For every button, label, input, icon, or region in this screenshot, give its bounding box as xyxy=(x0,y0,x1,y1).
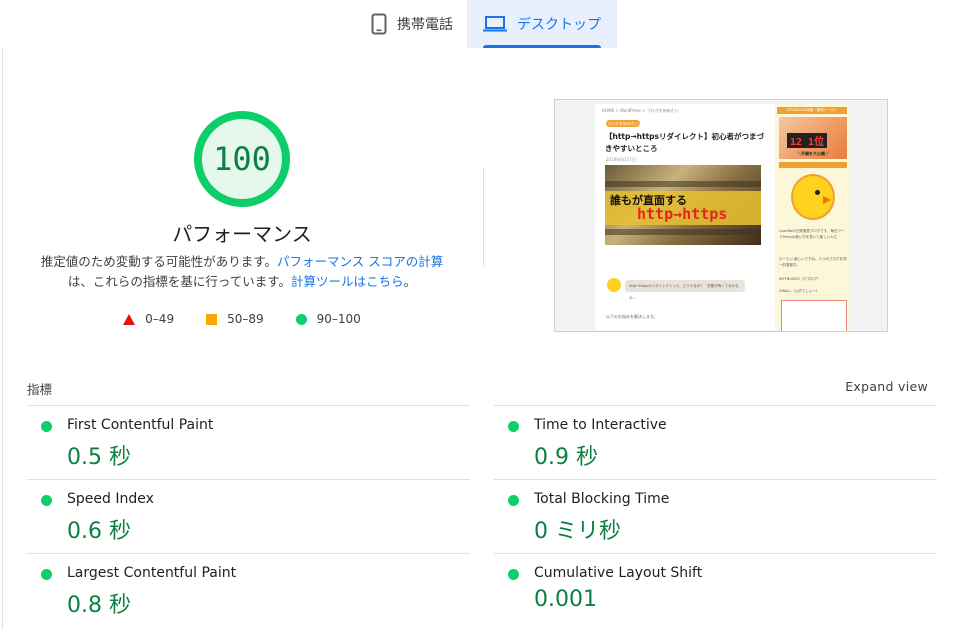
metric-label: First Contentful Paint xyxy=(67,417,214,433)
pass-circle-icon xyxy=(41,421,52,432)
desc-prefix: 推定値のため変動する可能性があります。 xyxy=(40,254,278,269)
metric-divider xyxy=(494,479,937,480)
page-screenshot: HOME > WordPress > ブログを始めたい ブログを始めたい 【ht… xyxy=(554,99,888,332)
pass-circle-icon xyxy=(41,569,52,580)
sidebar-profile-header xyxy=(779,162,847,168)
metric-label: Total Blocking Time xyxy=(534,491,670,507)
performance-title: パフォーマンス xyxy=(172,222,312,246)
score-legend: 0–49 50–89 90–100 xyxy=(0,312,484,326)
sidebar-rank: 12 1位 xyxy=(787,133,828,148)
active-tab-indicator xyxy=(483,45,601,48)
metric-value: 0.5 秒 xyxy=(67,445,131,470)
metric-label: Speed Index xyxy=(67,491,154,507)
square-icon xyxy=(206,313,218,325)
calculator-link[interactable]: 計算ツールはこちら xyxy=(291,274,404,289)
hero-strip xyxy=(605,229,761,235)
chick-beak xyxy=(823,196,831,204)
metric-value: 0.001 xyxy=(534,587,597,612)
screenshot-hero-image: 誰もが直面する http→https xyxy=(605,165,761,245)
metric-divider xyxy=(494,553,937,554)
metric-value: 0.6 秒 xyxy=(67,519,131,544)
legend-average: 50–89 xyxy=(206,312,264,326)
desc-suffix: 。 xyxy=(403,274,417,289)
metric-value: 0.9 秒 xyxy=(534,445,598,470)
metric-label: Time to Interactive xyxy=(534,417,667,433)
sidebar-item: ひーたい 楽しいですね。２つのブログを同一的運営中。 xyxy=(779,257,847,267)
tab-mobile-label: 携帯電話 xyxy=(397,17,453,33)
hero-strip xyxy=(605,181,761,187)
sidebar-profile-text: LuanNoの日常運営ブログです。毎日ワードPressの使い方を書いて楽しい人だ xyxy=(779,229,845,239)
performance-description: 推定値のため変動する可能性があります。パフォーマンス スコアの計算は、これらの指… xyxy=(40,252,444,292)
screenshot-article-title: 【http→httpsリダイレクト】初心者がつまづきやすいところ xyxy=(605,132,765,153)
screenshot-speech-bubble: http→httpsのリダイレクトって、どうやるの？ 失敗が怖くてなかなか… xyxy=(625,280,745,300)
legend-pass-label: 90–100 xyxy=(316,312,361,326)
tab-mobile[interactable]: 携帯電話 xyxy=(356,0,468,48)
metric-value: 0.8 秒 xyxy=(67,593,131,618)
sidebar-header: ATFIDAODA特典（無料ツール） xyxy=(777,107,847,114)
metric-divider xyxy=(27,405,470,406)
metric-divider xyxy=(494,405,937,406)
screenshot-intro: 以下のお悩みを解決します。 xyxy=(606,314,658,319)
metric-label: Cumulative Layout Shift xyxy=(534,565,703,581)
metric-divider xyxy=(27,553,470,554)
sidebar-notice-box xyxy=(781,300,847,331)
metric-label: Largest Contentful Paint xyxy=(67,565,237,581)
panel-border xyxy=(2,48,3,630)
laptop-icon xyxy=(483,15,507,33)
circle-icon xyxy=(295,313,307,325)
legend-average-label: 50–89 xyxy=(227,312,264,326)
metric-value: 0 ミリ秒 xyxy=(534,519,621,544)
phone-icon xyxy=(371,13,387,35)
chick-avatar-icon xyxy=(607,278,621,292)
metric-divider xyxy=(27,479,470,480)
chick-mascot-icon xyxy=(791,174,835,220)
triangle-icon xyxy=(123,313,136,325)
screenshot-date: 2019年6月17日 xyxy=(606,157,636,162)
legend-fail-label: 0–49 xyxy=(145,312,175,326)
expand-view-button[interactable]: Expand view xyxy=(845,379,928,394)
pass-circle-icon xyxy=(508,421,519,432)
pass-circle-icon xyxy=(508,569,519,580)
sidebar-caption: ＼手順を大公開／ xyxy=(797,151,829,156)
sidebar-item: WTFNODOS（ホブログ） xyxy=(779,277,821,281)
screenshot-category-tag: ブログを始めたい xyxy=(606,120,640,127)
chick-eye xyxy=(815,190,820,195)
tab-desktop-label: デスクトップ xyxy=(517,17,601,33)
sidebar-item: GWALL（公式でしょ～） xyxy=(779,289,820,293)
desc-middle: は、これらの指標を基に行っています。 xyxy=(67,274,292,289)
pass-circle-icon xyxy=(508,495,519,506)
legend-pass: 90–100 xyxy=(295,312,361,326)
screenshot-breadcrumbs: HOME > WordPress > ブログを始めたい xyxy=(602,108,679,113)
performance-score: 100 xyxy=(213,140,271,178)
device-tabs: 携帯電話 デスクトップ xyxy=(0,0,960,48)
score-calculation-link[interactable]: パフォーマンス スコアの計算 xyxy=(277,254,443,269)
pass-circle-icon xyxy=(41,495,52,506)
section-divider xyxy=(483,168,484,266)
metrics-heading: 指標 xyxy=(27,382,53,397)
legend-fail: 0–49 xyxy=(123,312,174,326)
tab-desktop[interactable]: デスクトップ xyxy=(467,0,617,48)
hero-line2: http→https xyxy=(637,205,728,223)
